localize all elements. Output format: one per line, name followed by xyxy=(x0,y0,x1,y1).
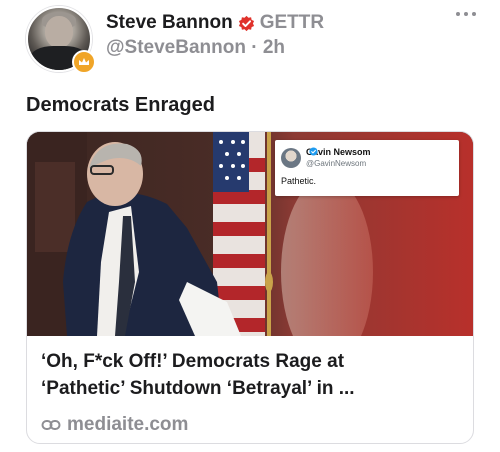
embedded-tweet-text: Pathetic. xyxy=(281,176,317,186)
verified-badge-icon xyxy=(238,15,255,32)
link-preview-card[interactable]: Gavin Newsom @GavinNewsom Pathetic. ‘Oh,… xyxy=(26,131,474,444)
author-avatar[interactable] xyxy=(26,6,96,74)
post-text: Democrats Enraged xyxy=(26,94,215,116)
link-card-domain-row[interactable]: mediaite.com xyxy=(41,414,188,436)
link-card-title-line: ‘Oh, F*ck Off!’ Democrats Rage at xyxy=(41,351,345,372)
news-photo: Gavin Newsom @GavinNewsom Pathetic. xyxy=(27,132,473,336)
link-card-domain: mediaite.com xyxy=(67,414,189,435)
embedded-tweet: Gavin Newsom @GavinNewsom Pathetic. xyxy=(275,140,459,196)
embedded-verified-icon xyxy=(309,147,318,156)
platform-label: GETTR xyxy=(259,12,325,33)
link-icon xyxy=(41,418,61,432)
author-name-row: Steve Bannon GETTR xyxy=(106,10,324,36)
gettr-post: Steve Bannon GETTR @SteveBannon · 2h Dem… xyxy=(0,0,500,452)
more-horizontal-icon[interactable] xyxy=(456,12,476,16)
link-card-title-line: ‘Pathetic’ Shutdown ‘Betrayal’ in ... xyxy=(41,378,355,399)
separator-dot: · xyxy=(251,37,258,58)
author-display-name[interactable]: Steve Bannon xyxy=(106,12,233,34)
author-handle[interactable]: @SteveBannon xyxy=(106,37,246,58)
post-time: 2h xyxy=(262,37,286,58)
influencer-badge-icon xyxy=(72,50,96,74)
embedded-tweet-avatar xyxy=(281,148,301,168)
link-card-title[interactable]: ‘Oh, F*ck Off!’ Democrats Rage at ‘Pathe… xyxy=(41,348,465,402)
embedded-tweet-name: Gavin Newsom xyxy=(306,147,371,157)
embedded-tweet-handle: @GavinNewsom xyxy=(306,159,367,168)
author-handle-row: @SteveBannon · 2h xyxy=(106,37,285,59)
